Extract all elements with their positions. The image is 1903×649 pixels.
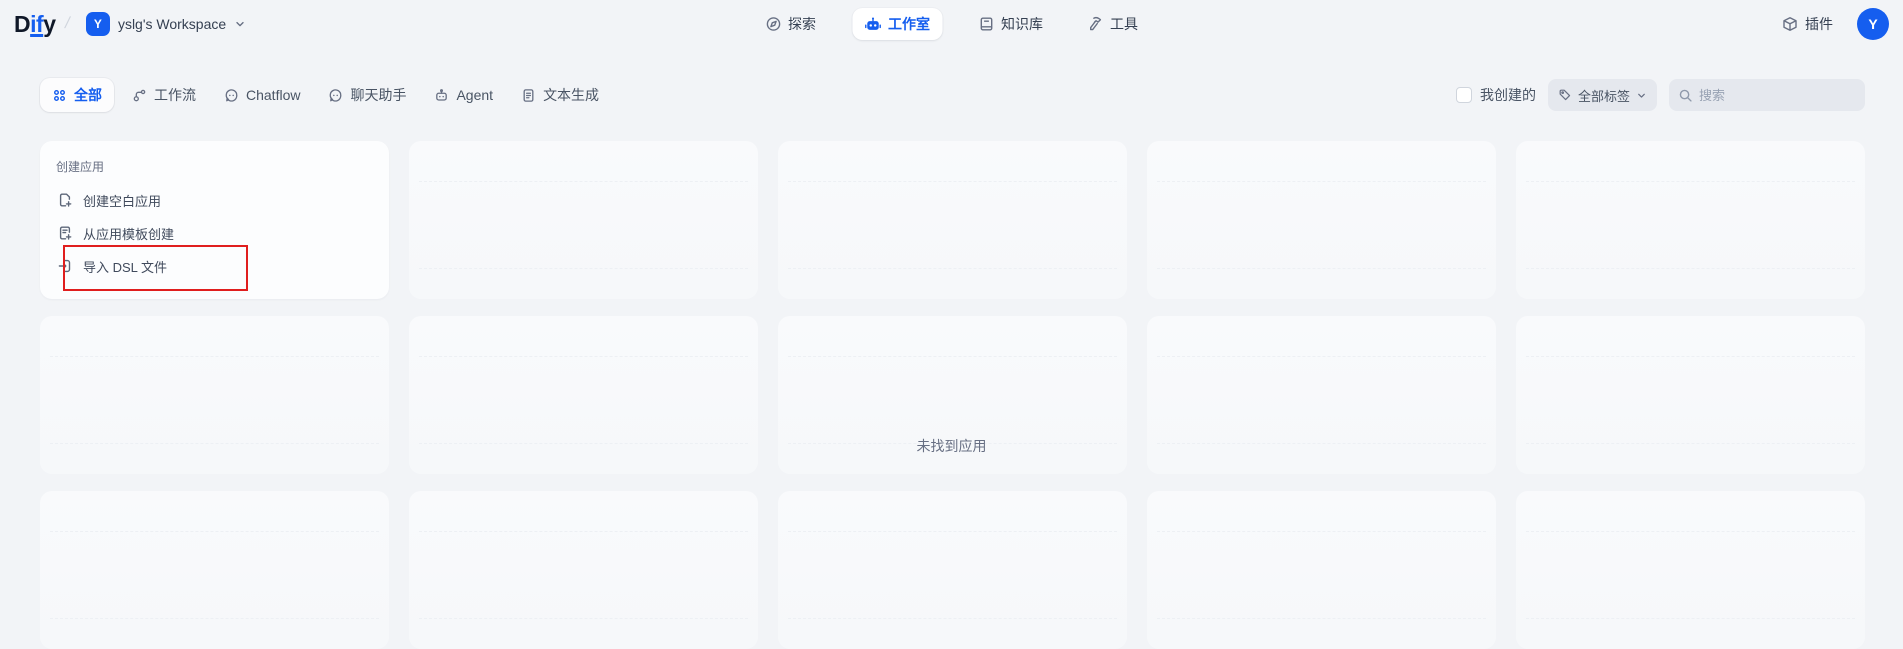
agent-robot-icon — [434, 88, 449, 103]
nav-label: 知识库 — [1001, 14, 1043, 34]
tab-label: 全部 — [74, 85, 102, 105]
tab-text-generation[interactable]: 文本生成 — [511, 78, 609, 112]
create-row-label: 创建空白应用 — [83, 191, 161, 210]
chevron-down-icon — [234, 18, 246, 30]
search-input[interactable] — [1699, 88, 1856, 103]
nav-knowledge[interactable]: 知识库 — [970, 8, 1051, 40]
app-card-placeholder — [1147, 316, 1496, 474]
main-nav: 探索 工作室 知识库 工具 — [757, 0, 1146, 48]
import-dsl-button[interactable]: 导入 DSL 文件 — [52, 250, 377, 282]
app-card-placeholder — [40, 491, 389, 649]
plugins-label: 插件 — [1805, 14, 1833, 34]
compass-icon — [765, 16, 781, 32]
tab-agent[interactable]: Agent — [424, 80, 503, 110]
create-app-card: 创建应用 创建空白应用 从应用模板创建 导入 DSL 文件 — [40, 141, 389, 299]
app-card-placeholder — [409, 316, 758, 474]
created-by-me-checkbox[interactable] — [1456, 87, 1472, 103]
app-grid: 创建应用 创建空白应用 从应用模板创建 导入 DSL 文件 — [40, 141, 1865, 649]
nav-label: 工具 — [1110, 14, 1138, 34]
workspace-name: yslg's Workspace — [118, 16, 226, 32]
filter-bar: 全部 工作流 Chatflow 聊天助手 Agent — [0, 78, 1903, 112]
nav-label: 工作室 — [888, 14, 930, 34]
app-card-placeholder — [778, 141, 1127, 299]
plugins-button[interactable]: 插件 — [1774, 8, 1841, 40]
tab-all[interactable]: 全部 — [40, 78, 114, 112]
chevron-down-icon — [1636, 90, 1647, 101]
chat-bubble-icon — [224, 88, 239, 103]
tab-chatflow[interactable]: Chatflow — [214, 80, 310, 110]
app-card-placeholder — [1516, 491, 1865, 649]
user-avatar[interactable]: Y — [1857, 8, 1889, 40]
app-card-placeholder — [1147, 491, 1496, 649]
robot-icon — [864, 16, 881, 33]
create-app-card-title: 创建应用 — [52, 153, 377, 184]
app-card-placeholder — [1516, 316, 1865, 474]
file-template-icon — [57, 225, 73, 241]
app-card-placeholder — [409, 491, 758, 649]
workspace-selector[interactable]: Y yslg's Workspace — [80, 9, 252, 39]
breadcrumb-separator: / — [64, 15, 72, 33]
app-type-tabs: 全部 工作流 Chatflow 聊天助手 Agent — [40, 78, 609, 112]
app-card-placeholder — [40, 316, 389, 474]
grid-dots-icon — [52, 88, 67, 103]
app-card-placeholder — [409, 141, 758, 299]
tag-filter-dropdown[interactable]: 全部标签 — [1548, 79, 1657, 111]
nav-explore[interactable]: 探索 — [757, 8, 824, 40]
nav-studio[interactable]: 工作室 — [852, 8, 942, 40]
tab-workflow[interactable]: 工作流 — [122, 78, 206, 112]
file-plus-icon — [57, 192, 73, 208]
created-by-me-filter[interactable]: 我创建的 — [1456, 85, 1536, 105]
tab-label: Agent — [456, 87, 493, 103]
tab-label: 文本生成 — [543, 85, 599, 105]
dify-logo[interactable]: Dify — [14, 11, 55, 38]
nav-label: 探索 — [788, 14, 816, 34]
create-from-template-button[interactable]: 从应用模板创建 — [52, 217, 377, 249]
import-dsl-icon — [57, 258, 73, 274]
app-card-placeholder — [1147, 141, 1496, 299]
text-document-icon — [521, 88, 536, 103]
tab-label: 聊天助手 — [350, 85, 406, 105]
nav-tools[interactable]: 工具 — [1079, 8, 1146, 40]
search-icon — [1678, 88, 1693, 103]
tab-label: Chatflow — [246, 87, 300, 103]
cube-icon — [1782, 16, 1798, 32]
tool-icon — [1087, 16, 1103, 32]
tag-filter-label: 全部标签 — [1578, 86, 1630, 105]
top-header: Dify / Y yslg's Workspace 探索 工作室 — [0, 0, 1903, 48]
workspace-avatar: Y — [86, 12, 110, 36]
tag-icon — [1558, 88, 1572, 102]
created-by-me-label: 我创建的 — [1480, 85, 1536, 105]
create-row-label: 导入 DSL 文件 — [83, 257, 167, 276]
create-blank-app-button[interactable]: 创建空白应用 — [52, 184, 377, 216]
app-card-placeholder — [1516, 141, 1865, 299]
tab-label: 工作流 — [154, 85, 196, 105]
tab-chat-assistant[interactable]: 聊天助手 — [318, 78, 416, 112]
book-icon — [978, 16, 994, 32]
workflow-icon — [132, 88, 147, 103]
chat-bubble-icon — [328, 88, 343, 103]
app-card-placeholder — [778, 491, 1127, 649]
create-row-label: 从应用模板创建 — [83, 224, 174, 243]
app-card-placeholder — [778, 316, 1127, 474]
search-box[interactable] — [1669, 79, 1865, 111]
